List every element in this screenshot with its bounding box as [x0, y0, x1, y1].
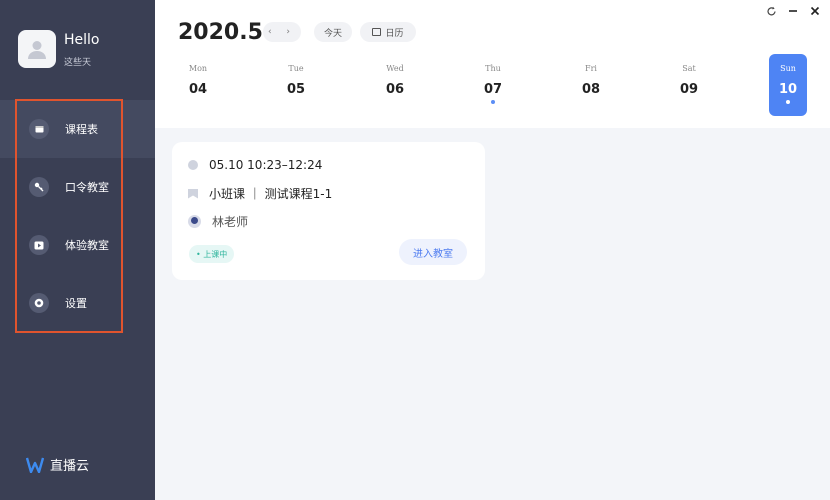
event-indicator-dot [491, 100, 495, 104]
day-name: Sun [780, 64, 796, 73]
calendar-button[interactable]: 日历 [360, 22, 416, 42]
day-date: 10 [778, 82, 798, 97]
window-controls [764, 4, 822, 18]
refresh-icon[interactable] [764, 4, 778, 18]
page-title: 2020.5 [178, 20, 263, 45]
clock-icon [188, 160, 198, 170]
course-time-row: 05.10 10:23–12:24 [188, 158, 322, 172]
greeting: Hello [64, 31, 100, 48]
calendar-button-label: 日历 [385, 28, 404, 39]
day-name: Mon [188, 64, 208, 73]
course-title-row: 小班课 ｜ 测试课程1-1 [188, 185, 332, 202]
day-date: 06 [385, 82, 405, 97]
user-icon [28, 41, 46, 59]
day-date: 07 [483, 82, 503, 97]
today-button[interactable]: 今天 [314, 22, 352, 42]
sidebar-nav: 课程表 口令教室 体验教室 设置 [0, 100, 155, 332]
week-strip: Mon 04 Tue 05 Wed 06 Thu 07 Fri 08 Sat 0… [155, 54, 830, 116]
event-indicator-dot [786, 100, 790, 104]
day-name: Wed [386, 64, 404, 73]
course-teacher-row: 林老师 [188, 213, 248, 230]
brand-logo-icon [26, 457, 44, 473]
sidebar-item-label: 体验教室 [65, 239, 109, 252]
avatar[interactable] [18, 30, 56, 68]
day-date: 04 [188, 82, 208, 97]
course-card[interactable]: 05.10 10:23–12:24 小班课 ｜ 测试课程1-1 林老师 • 上课… [172, 142, 485, 280]
sidebar-item-trial-room[interactable]: 体验教室 [0, 216, 155, 274]
settings-icon [29, 293, 49, 313]
sidebar-item-schedule[interactable]: 课程表 [0, 100, 155, 158]
header: 2020.5 ‹ › 今天 日历 Mon 04 Tue 05 Wed 06 Th… [155, 0, 830, 128]
key-icon [29, 177, 49, 197]
status-badge: • 上课中 [189, 245, 235, 263]
calendar-icon [29, 119, 49, 139]
day-sun[interactable]: Sun 10 [769, 54, 807, 116]
teacher-avatar-icon [188, 215, 201, 228]
day-name: Tue [288, 64, 304, 73]
brand-name: 直播云 [50, 459, 90, 474]
day-name: Sat [682, 64, 696, 73]
profile-subtitle: 这些天 [64, 57, 92, 68]
day-name: Thu [485, 64, 501, 73]
month-nav-arrows[interactable]: ‹ › [263, 22, 301, 42]
bookmark-icon [188, 188, 198, 199]
brand: 直播云 [26, 455, 89, 474]
day-date: 08 [581, 82, 601, 97]
day-tue[interactable]: Tue 05 [277, 54, 315, 116]
minimize-icon[interactable] [786, 4, 800, 18]
sidebar: Hello 这些天 课程表 口令教室 体验教室 设置 直播云 [0, 0, 155, 500]
profile: Hello 这些天 [18, 30, 100, 68]
play-icon [29, 235, 49, 255]
sidebar-item-label: 口令教室 [65, 181, 109, 194]
course-time: 05.10 10:23–12:24 [209, 158, 323, 172]
day-mon[interactable]: Mon 04 [179, 54, 217, 116]
close-icon[interactable] [808, 4, 822, 18]
teacher-name: 林老师 [212, 215, 249, 229]
day-name: Fri [585, 64, 597, 73]
course-title: 小班课 ｜ 测试课程1-1 [209, 187, 333, 201]
day-date: 05 [286, 82, 306, 97]
enter-classroom-button[interactable]: 进入教室 [399, 239, 467, 265]
day-thu[interactable]: Thu 07 [474, 54, 512, 116]
sidebar-item-password-room[interactable]: 口令教室 [0, 158, 155, 216]
day-fri[interactable]: Fri 08 [572, 54, 610, 116]
sidebar-item-settings[interactable]: 设置 [0, 274, 155, 332]
day-date: 09 [679, 82, 699, 97]
day-wed[interactable]: Wed 06 [376, 54, 414, 116]
sidebar-item-label: 课程表 [65, 123, 98, 136]
calendar-icon [372, 28, 382, 36]
day-sat[interactable]: Sat 09 [670, 54, 708, 116]
sidebar-item-label: 设置 [65, 297, 87, 310]
